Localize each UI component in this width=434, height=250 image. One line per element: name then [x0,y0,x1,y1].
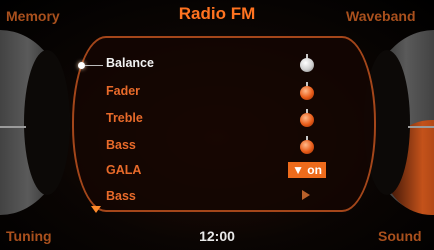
sound-button[interactable]: Sound [378,228,422,244]
treble-slider-knob-icon[interactable] [300,113,314,127]
play-icon[interactable] [302,190,310,200]
balance-slider-knob-icon[interactable] [300,58,314,72]
bass-slider-knob-icon[interactable] [300,140,314,154]
radio-screen: Memory Radio FM Waveband Balance Fader T… [0,0,434,250]
gala-value-dropdown[interactable]: ▼ on [288,162,326,178]
menu-item-gala[interactable]: GALA [106,163,141,177]
menu-item-bass-2[interactable]: Bass [106,189,136,203]
clock: 12:00 [199,228,235,244]
waveband-tab[interactable]: Waveband [346,8,416,24]
menu-item-treble[interactable]: Treble [106,111,143,125]
left-bezel-shade [24,50,70,195]
fader-slider-knob-icon[interactable] [300,86,314,100]
scroll-down-icon[interactable] [91,206,101,213]
menu-item-bass[interactable]: Bass [106,138,136,152]
selection-indicator [78,62,85,69]
selection-indicator-line [85,65,103,66]
menu-item-balance[interactable]: Balance [106,56,154,70]
right-tick-mark [408,126,434,128]
menu-item-fader[interactable]: Fader [106,84,140,98]
left-tick-mark [0,126,26,128]
